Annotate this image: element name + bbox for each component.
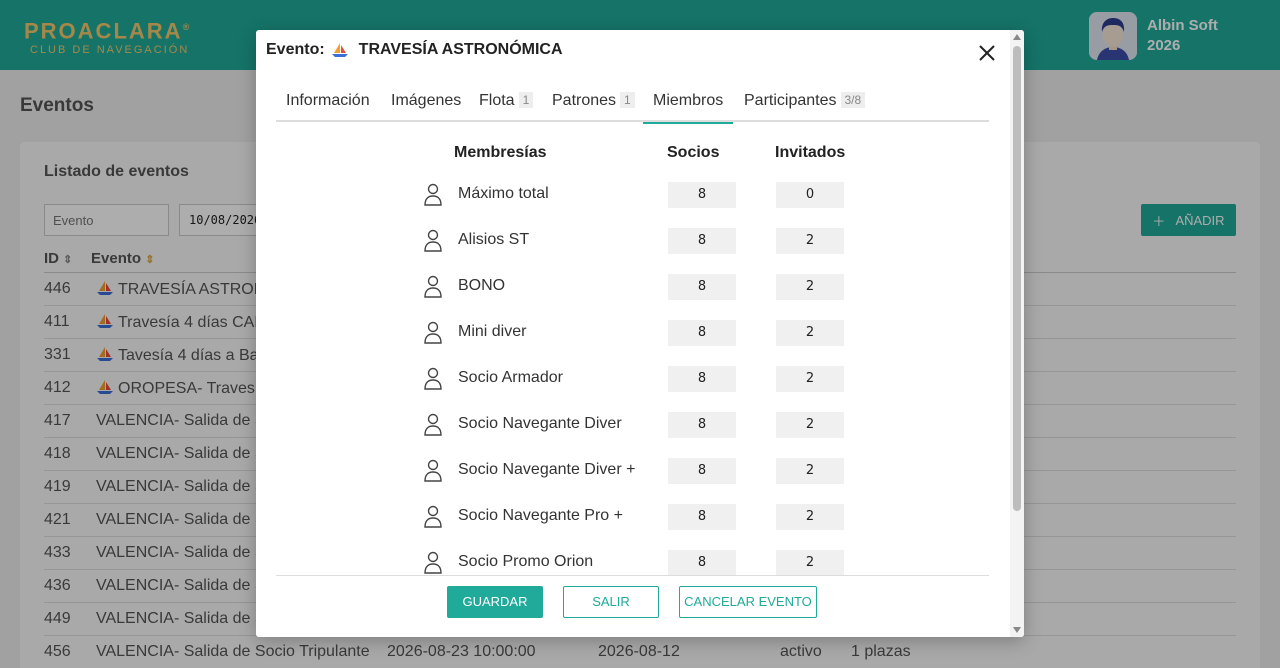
guests-input[interactable]: 2: [776, 504, 844, 530]
membership-row: Alisios ST 8 2: [416, 228, 856, 274]
guests-input[interactable]: 0: [776, 182, 844, 208]
tab-patrones[interactable]: Patrones 1: [552, 92, 635, 124]
partners-input[interactable]: 8: [668, 504, 736, 530]
scroll-thumb[interactable]: [1013, 46, 1021, 511]
column-guests: Invitados: [775, 144, 846, 161]
membership-name: Socio Promo Orion: [458, 553, 594, 570]
membership-row: Mini diver 8 2: [416, 320, 856, 366]
person-icon: [424, 183, 442, 206]
membership-name: Máximo total: [458, 185, 549, 202]
person-icon: [424, 551, 442, 574]
modal-footer-divider: [276, 575, 989, 576]
tab-count-badge: 1: [518, 92, 534, 108]
person-icon: [424, 459, 442, 482]
modal-title-prefix: Evento:: [266, 41, 325, 58]
membership-row: Socio Navegante Diver 8 2: [416, 412, 856, 458]
membership-row: Socio Navegante Diver + 8 2: [416, 458, 856, 504]
tab-label: Información: [286, 92, 370, 109]
membership-name: Socio Navegante Diver: [458, 415, 622, 432]
membership-name: Socio Armador: [458, 369, 563, 386]
modal-scrollbar[interactable]: [1010, 30, 1024, 637]
tab-label: Miembros: [653, 92, 724, 109]
tab-imagenes[interactable]: Imágenes: [391, 92, 461, 124]
guests-input[interactable]: 2: [776, 458, 844, 484]
partners-input[interactable]: 8: [668, 412, 736, 438]
guests-input[interactable]: 2: [776, 228, 844, 254]
cancel-event-button[interactable]: CANCELAR EVENTO: [679, 586, 817, 618]
partners-input[interactable]: 8: [668, 366, 736, 392]
membership-row: Socio Navegante Pro + 8 2: [416, 504, 856, 550]
person-icon: [424, 505, 442, 528]
tab-participantes[interactable]: Participantes 3/8: [744, 92, 866, 124]
tab-label: Participantes: [744, 92, 837, 109]
membership-name: BONO: [458, 277, 506, 294]
membership-name: Socio Navegante Diver +: [458, 461, 636, 478]
guests-input[interactable]: 2: [776, 550, 844, 576]
tab-count-badge: 1: [620, 92, 635, 108]
modal-title: Evento: TRAVESÍA ASTRONÓMICA: [266, 41, 563, 59]
save-button[interactable]: GUARDAR: [447, 586, 543, 618]
partners-input[interactable]: 8: [668, 458, 736, 484]
scroll-up-icon[interactable]: [1013, 34, 1021, 40]
guests-input[interactable]: 2: [776, 274, 844, 300]
tab-informacion[interactable]: Información: [286, 92, 370, 124]
person-icon: [424, 413, 442, 436]
modal-event-name: TRAVESÍA ASTRONÓMICA: [358, 41, 563, 58]
tab-label: Flota: [479, 92, 515, 109]
partners-input[interactable]: 8: [668, 320, 736, 346]
partners-input[interactable]: 8: [668, 228, 736, 254]
membership-name: Mini diver: [458, 323, 527, 340]
person-icon: [424, 367, 442, 390]
guests-input[interactable]: 2: [776, 320, 844, 346]
membership-row: BONO 8 2: [416, 274, 856, 320]
modal-tabs: Información Imágenes Flota 1 Patrones 1 Miembr…: [276, 88, 989, 124]
membership-name: Alisios ST: [458, 231, 530, 248]
close-icon[interactable]: [976, 42, 998, 64]
person-icon: [424, 321, 442, 344]
partners-input[interactable]: 8: [668, 274, 736, 300]
guests-input[interactable]: 2: [776, 412, 844, 438]
partners-input[interactable]: 8: [668, 182, 736, 208]
membership-row: Socio Armador 8 2: [416, 366, 856, 412]
person-icon: [424, 229, 442, 252]
scroll-down-icon[interactable]: [1013, 627, 1021, 633]
tab-miembros[interactable]: Miembros: [643, 92, 734, 124]
person-icon: [424, 275, 442, 298]
guests-input[interactable]: 2: [776, 366, 844, 392]
tab-flota[interactable]: Flota 1: [479, 92, 534, 124]
event-modal: Evento: TRAVESÍA ASTRONÓMICA Información…: [256, 30, 1024, 637]
membership-name: Socio Navegante Pro +: [458, 507, 623, 524]
tab-count-badge: 3/8: [840, 92, 866, 108]
membership-row: Máximo total 8 0: [416, 182, 856, 228]
column-partners: Socios: [667, 144, 720, 161]
exit-button[interactable]: SALIR: [563, 586, 659, 618]
column-memberships: Membresías: [454, 144, 547, 161]
tab-label: Patrones: [552, 92, 617, 109]
partners-input[interactable]: 8: [668, 550, 736, 576]
tab-label: Imágenes: [391, 92, 462, 109]
sailboat-icon: [331, 43, 348, 57]
